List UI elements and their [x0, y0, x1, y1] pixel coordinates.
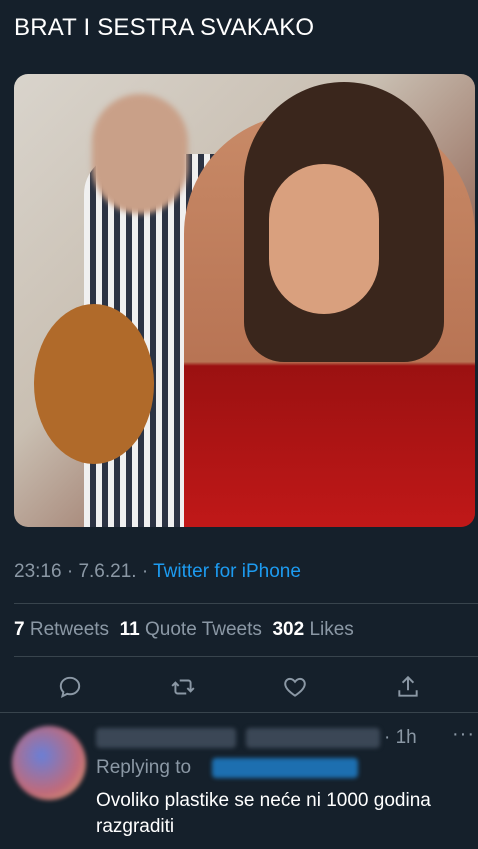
like-button[interactable]: [278, 670, 312, 704]
quotes-count: 11: [119, 619, 140, 640]
tweet-date: 7.6.21.: [78, 561, 137, 582]
reply-avatar[interactable]: [12, 726, 86, 800]
quotes-label: Quote Tweets: [145, 619, 262, 640]
likes-label: Likes: [309, 619, 354, 640]
quotes-stat[interactable]: 11 Quote Tweets: [120, 619, 262, 640]
likes-count: 302: [272, 619, 305, 640]
heart-icon: [284, 677, 306, 697]
photo-blurred-face: [92, 94, 188, 214]
tweet-text: BRAT I SESTRA SVAKAKO: [14, 14, 315, 41]
retweet-icon: [171, 679, 195, 695]
reply-author-handle[interactable]: [246, 728, 380, 748]
retweets-count: 7: [14, 619, 25, 640]
likes-stat[interactable]: 302 Likes: [272, 619, 353, 640]
divider: [14, 656, 478, 657]
retweets-stat[interactable]: 7 Retweets: [14, 619, 109, 640]
share-button[interactable]: [391, 670, 425, 704]
divider: [14, 603, 478, 604]
tweet-meta: 23:16 · 7.6.21. · Twitter for iPhone: [14, 561, 301, 583]
tweet-stats: 7 Retweets 11 Quote Tweets 302 Likes: [14, 619, 354, 641]
divider: [0, 712, 478, 713]
tweet-actions: [14, 670, 464, 704]
tweet-time: 23:16: [14, 561, 62, 582]
reply-author-name[interactable]: [96, 728, 236, 748]
share-icon: [398, 675, 418, 697]
meta-separator: ·: [61, 561, 79, 582]
tweet-source-link[interactable]: Twitter for iPhone: [153, 561, 301, 582]
meta-separator: ·: [136, 561, 154, 582]
retweets-label: Retweets: [29, 619, 110, 640]
reply-time: · 1h: [384, 727, 417, 748]
reply-button[interactable]: [53, 670, 87, 704]
photo-face: [269, 164, 379, 314]
photo-dog: [34, 304, 154, 464]
replying-to-handle-link[interactable]: [212, 758, 358, 778]
more-options-icon[interactable]: ···: [452, 723, 475, 746]
reply-icon: [60, 676, 81, 699]
replying-to-label: Replying to: [96, 757, 192, 778]
retweet-button[interactable]: [166, 670, 200, 704]
reply-text: Ovoliko plastike se neće ni 1000 godina …: [96, 790, 431, 837]
tweet-photo[interactable]: [14, 74, 475, 527]
